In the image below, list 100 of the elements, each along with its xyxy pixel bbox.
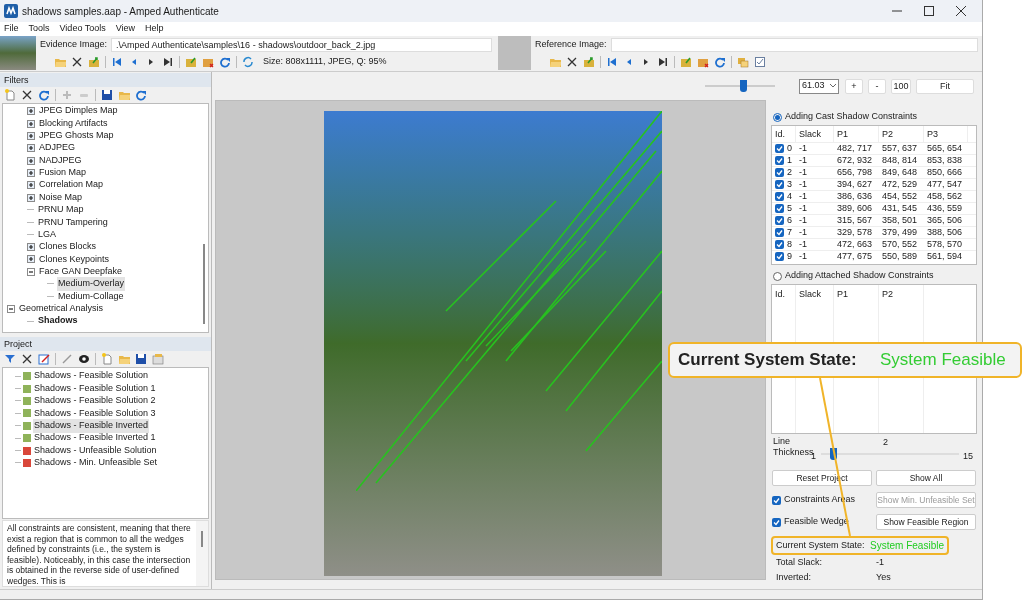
expand-icon[interactable] — [27, 193, 35, 202]
radio-option[interactable]: Adding Cast Shadow Constraints — [773, 110, 977, 124]
checklist-icon[interactable] — [754, 56, 766, 68]
checkbox[interactable] — [775, 144, 784, 153]
checkbox[interactable] — [775, 180, 784, 189]
expand-icon[interactable] — [27, 156, 35, 165]
menu-item[interactable]: File — [4, 22, 19, 36]
checkbox[interactable] — [775, 240, 784, 249]
tree-item[interactable]: Correlation Map — [38, 178, 105, 192]
checkbox[interactable] — [775, 192, 784, 201]
path-field[interactable] — [610, 38, 978, 52]
export-icon[interactable] — [583, 56, 595, 68]
scrollbar-thumb[interactable] — [201, 531, 203, 547]
image-remove-icon[interactable] — [202, 56, 214, 68]
list-item[interactable]: Shadows - Feasible Solution 2 — [33, 394, 157, 408]
image-export-icon[interactable] — [185, 56, 197, 68]
tree-item[interactable]: JPEG Ghosts Map — [38, 129, 115, 143]
tree-item[interactable]: Geometrical Analysis — [18, 301, 105, 316]
tree-item[interactable]: Face GAN Deepfake — [38, 264, 124, 279]
zoom-button[interactable]: - — [868, 78, 886, 94]
tree-item[interactable]: Blocking Artifacts — [38, 116, 109, 131]
close-icon[interactable] — [21, 353, 33, 365]
path-field[interactable]: .\Amped Authenticate\samples\16 - shadows\outdoor_back_2.jpg — [111, 38, 492, 52]
refresh-icon[interactable] — [714, 56, 726, 68]
tree-item[interactable]: Clones Keypoints — [38, 252, 111, 267]
tree-item[interactable]: NADJPEG — [38, 153, 83, 168]
action-button[interactable]: Show Feasible Region — [876, 514, 976, 530]
refresh-icon[interactable] — [38, 89, 50, 101]
scrollbar-thumb[interactable] — [203, 244, 205, 324]
menu-item[interactable]: Video Tools — [59, 22, 106, 36]
column-header[interactable]: P1 — [834, 126, 879, 142]
slider-thumb[interactable] — [739, 80, 747, 92]
export-icon[interactable] — [88, 56, 100, 68]
save-icon[interactable] — [135, 353, 147, 365]
tree-item[interactable]: JPEG Dimples Map — [38, 104, 119, 118]
menu-item[interactable]: Help — [145, 22, 164, 36]
list-item[interactable]: Shadows - Feasible Solution — [33, 369, 150, 383]
image-export-icon[interactable] — [680, 56, 692, 68]
tree-item[interactable]: PRNU Tampering — [37, 215, 109, 229]
skip-back-icon[interactable] — [111, 56, 123, 68]
checkbox[interactable] — [775, 216, 784, 225]
action-button[interactable]: Show All — [876, 470, 976, 486]
tree-item[interactable]: Noise Map — [38, 190, 84, 205]
tree-item[interactable]: PRNU Map — [37, 203, 85, 217]
zoom-slider[interactable] — [705, 80, 775, 92]
checkbox[interactable] — [775, 168, 784, 177]
close-icon[interactable] — [566, 56, 578, 68]
list-item[interactable]: Shadows - Min. Unfeasible Set — [33, 456, 159, 470]
tree-item[interactable]: Shadows — [37, 314, 79, 328]
menu-item[interactable]: Tools — [28, 22, 50, 36]
maximize-icon[interactable] — [924, 6, 934, 16]
zoom-button[interactable]: Fit — [916, 78, 974, 94]
expand-icon[interactable] — [27, 168, 35, 177]
zoom-dropdown[interactable]: 61.03 — [799, 78, 839, 94]
menu-item[interactable]: View — [115, 22, 136, 36]
list-item[interactable]: Shadows - Feasible Solution 3 — [33, 406, 157, 421]
close-icon[interactable] — [21, 89, 33, 101]
list-item[interactable]: Shadows - Feasible Inverted — [33, 419, 150, 433]
tree-item[interactable]: LGA — [37, 227, 57, 242]
funnel-icon[interactable] — [4, 353, 16, 365]
tree-item[interactable]: ADJPEG — [38, 141, 76, 155]
expand-icon[interactable] — [27, 255, 35, 264]
expand-icon[interactable] — [27, 144, 35, 153]
expand-icon[interactable] — [27, 131, 35, 140]
save-icon[interactable] — [101, 89, 113, 101]
expand-icon[interactable] — [27, 119, 35, 128]
tree-item[interactable]: Clones Blocks — [38, 240, 98, 254]
checkbox[interactable] — [775, 156, 784, 165]
column-header[interactable]: P2 — [879, 126, 924, 142]
skip-forward-icon[interactable] — [657, 56, 669, 68]
expand-icon[interactable] — [27, 107, 35, 116]
close-icon[interactable] — [956, 6, 966, 16]
column-header[interactable]: Slack — [796, 126, 834, 142]
image-remove-icon[interactable] — [697, 56, 709, 68]
checkbox[interactable] — [775, 204, 784, 213]
expand-icon[interactable] — [27, 181, 35, 190]
zoom-button[interactable]: 100 — [891, 78, 911, 94]
collapse-icon[interactable] — [27, 267, 35, 276]
sync-icon[interactable] — [242, 56, 254, 68]
column-header[interactable]: Id. — [772, 126, 796, 142]
checkbox[interactable] — [772, 517, 781, 527]
eye-icon[interactable] — [78, 353, 90, 365]
skip-back-icon[interactable] — [606, 56, 618, 68]
refresh-icon[interactable] — [219, 56, 231, 68]
collapse-icon[interactable] — [7, 304, 15, 313]
checkbox[interactable] — [775, 252, 784, 261]
tree-item[interactable]: Fusion Map — [38, 166, 88, 180]
tree-item[interactable]: Medium-Overlay — [57, 277, 125, 291]
refresh-icon[interactable] — [135, 89, 147, 101]
checkbox[interactable] — [772, 495, 781, 505]
radio-button[interactable] — [773, 271, 782, 281]
list-item[interactable]: Shadows - Feasible Solution 1 — [33, 381, 157, 396]
list-item[interactable]: Shadows - Unfeasible Solution — [33, 443, 158, 458]
edit-icon[interactable] — [38, 353, 50, 365]
zoom-button[interactable]: + — [845, 78, 863, 94]
column-header[interactable]: P3 — [924, 126, 968, 142]
close-icon[interactable] — [71, 56, 83, 68]
thickness-slider[interactable] — [821, 448, 959, 460]
tree-item[interactable]: Medium-Collage — [57, 289, 125, 304]
checkbox[interactable] — [775, 228, 784, 237]
